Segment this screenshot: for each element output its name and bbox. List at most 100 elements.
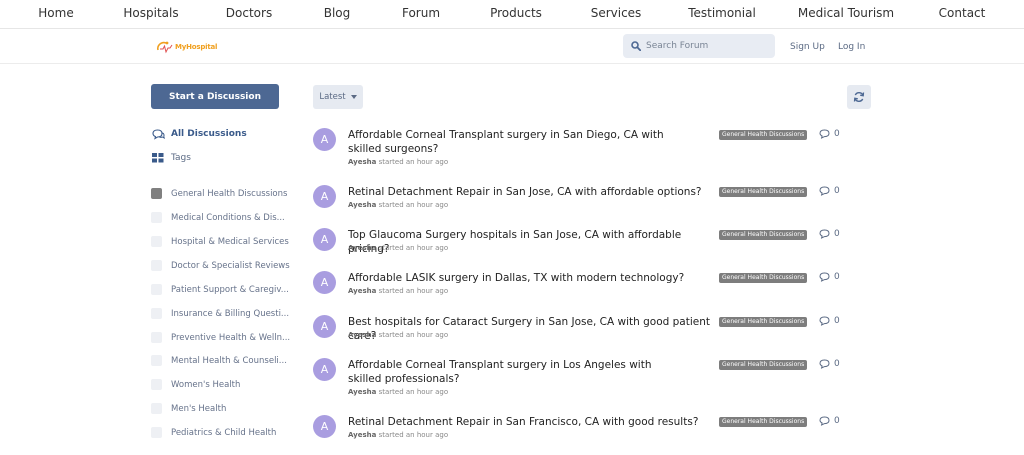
nav-contact[interactable]: Contact [939,6,986,20]
sidebar-tag-mental-health[interactable]: Mental Health & Counseli... [151,355,287,366]
nav-medical-tourism[interactable]: Medical Tourism [798,6,894,20]
discussion-time: started an hour ago [378,201,449,209]
reply-count: 0 [819,316,840,326]
search-input[interactable] [646,41,766,51]
reply-count-value: 0 [834,129,840,139]
sidebar-tag-doctor-reviews[interactable]: Doctor & Specialist Reviews [151,260,290,271]
discussion-time: started an hour ago [378,158,449,166]
discussion-time: started an hour ago [378,287,449,295]
tag-label: Medical Conditions & Dis... [171,212,285,223]
tag-color-swatch [151,403,162,414]
nav-services[interactable]: Services [591,6,642,20]
tag-color-swatch [151,427,162,438]
discussion-item[interactable]: A Best hospitals for Cataract Surgery in… [313,315,873,343]
reply-count-value: 0 [834,316,840,326]
sidebar-tag-general-health[interactable]: General Health Discussions [151,188,287,199]
refresh-button[interactable] [847,85,871,109]
tag-label: Hospital & Medical Services [171,236,289,247]
site-logo[interactable]: MyHospital [156,39,217,55]
sidebar-item-label: All Discussions [171,129,247,139]
tag-label: Patient Support & Caregiv... [171,284,289,295]
discussion-meta: Ayesha started an hour ago [348,431,448,439]
nav-doctors[interactable]: Doctors [226,6,272,20]
sidebar-item-tags[interactable]: Tags [151,152,191,164]
discussion-title[interactable]: Retinal Detachment Repair in San Francis… [348,415,708,429]
sidebar-tag-hospital-services[interactable]: Hospital & Medical Services [151,236,289,247]
nav-products[interactable]: Products [490,6,542,20]
discussion-meta: Ayesha started an hour ago [348,244,448,252]
login-link[interactable]: Log In [838,42,865,52]
tag-badge[interactable]: General Health Discussions [719,130,808,140]
discussion-title[interactable]: Affordable Corneal Transplant surgery in… [348,358,678,386]
tag-color-swatch [151,284,162,295]
avatar[interactable]: A [313,315,336,338]
author-name[interactable]: Ayesha [348,331,376,339]
start-discussion-button[interactable]: Start a Discussion [151,84,279,109]
discussion-title[interactable]: Retinal Detachment Repair in San Jose, C… [348,185,708,199]
sidebar-tag-womens-health[interactable]: Women's Health [151,379,240,390]
sidebar-item-all-discussions[interactable]: All Discussions [151,128,247,140]
tag-color-swatch [151,260,162,271]
tag-badge[interactable]: General Health Discussions [719,187,808,197]
discussion-item[interactable]: A Affordable Corneal Transplant surgery … [313,128,873,170]
forum-header: MyHospital Sign Up Log In [0,29,1024,64]
comment-icon [819,186,830,196]
sidebar-tag-insurance-billing[interactable]: Insurance & Billing Questi... [151,308,289,319]
discussion-meta: Ayesha started an hour ago [348,201,448,209]
sidebar-tag-patient-support[interactable]: Patient Support & Caregiv... [151,284,289,295]
sidebar-item-label: Tags [171,153,191,163]
reply-count: 0 [819,129,840,139]
avatar[interactable]: A [313,128,336,151]
nav-hospitals[interactable]: Hospitals [123,6,178,20]
reply-count: 0 [819,359,840,369]
sort-label: Latest [319,92,346,102]
comment-icon [819,359,830,369]
author-name[interactable]: Ayesha [348,244,376,252]
avatar[interactable]: A [313,415,336,438]
author-name[interactable]: Ayesha [348,287,376,295]
discussion-title[interactable]: Affordable Corneal Transplant surgery in… [348,128,688,156]
author-name[interactable]: Ayesha [348,431,376,439]
tag-badge[interactable]: General Health Discussions [719,273,808,283]
discussion-item[interactable]: A Top Glaucoma Surgery hospitals in San … [313,228,873,256]
nav-blog[interactable]: Blog [324,6,351,20]
sidebar-tag-mens-health[interactable]: Men's Health [151,403,226,414]
discussion-time: started an hour ago [378,431,449,439]
discussion-meta: Ayesha started an hour ago [348,331,448,339]
tag-badge[interactable]: General Health Discussions [719,417,808,427]
discussion-meta: Ayesha started an hour ago [348,158,448,166]
tag-badge[interactable]: General Health Discussions [719,360,808,370]
sidebar-tag-medical-conditions[interactable]: Medical Conditions & Dis... [151,212,285,223]
avatar[interactable]: A [313,185,336,208]
discussion-item[interactable]: A Affordable Corneal Transplant surgery … [313,358,873,400]
reply-count: 0 [819,186,840,196]
tag-label: General Health Discussions [171,188,288,199]
discussion-item[interactable]: A Retinal Detachment Repair in San Franc… [313,415,873,443]
signup-link[interactable]: Sign Up [790,42,825,52]
author-name[interactable]: Ayesha [348,388,376,396]
discussion-title[interactable]: Affordable LASIK surgery in Dallas, TX w… [348,271,708,285]
search-box[interactable] [623,34,775,58]
avatar[interactable]: A [313,271,336,294]
sidebar-tag-pediatrics[interactable]: Pediatrics & Child Health [151,427,276,438]
reply-count-value: 0 [834,359,840,369]
sidebar-tag-preventive-health[interactable]: Preventive Health & Welln... [151,332,290,343]
discussion-item[interactable]: A Retinal Detachment Repair in San Jose,… [313,185,873,213]
reply-count: 0 [819,416,840,426]
tag-badge[interactable]: General Health Discussions [719,230,808,240]
discussion-item[interactable]: A Affordable LASIK surgery in Dallas, TX… [313,271,873,299]
reply-count-value: 0 [834,416,840,426]
tag-label: Preventive Health & Welln... [171,332,291,343]
tags-grid-icon [151,152,165,164]
nav-forum[interactable]: Forum [402,6,440,20]
avatar[interactable]: A [313,358,336,381]
avatar[interactable]: A [313,228,336,251]
tag-label: Pediatrics & Child Health [171,427,277,438]
author-name[interactable]: Ayesha [348,158,376,166]
nav-home[interactable]: Home [38,6,73,20]
author-name[interactable]: Ayesha [348,201,376,209]
tag-badge[interactable]: General Health Discussions [719,317,808,327]
nav-testimonial[interactable]: Testimonial [688,6,756,20]
sort-dropdown[interactable]: Latest [313,85,363,109]
comment-icon [819,272,830,282]
